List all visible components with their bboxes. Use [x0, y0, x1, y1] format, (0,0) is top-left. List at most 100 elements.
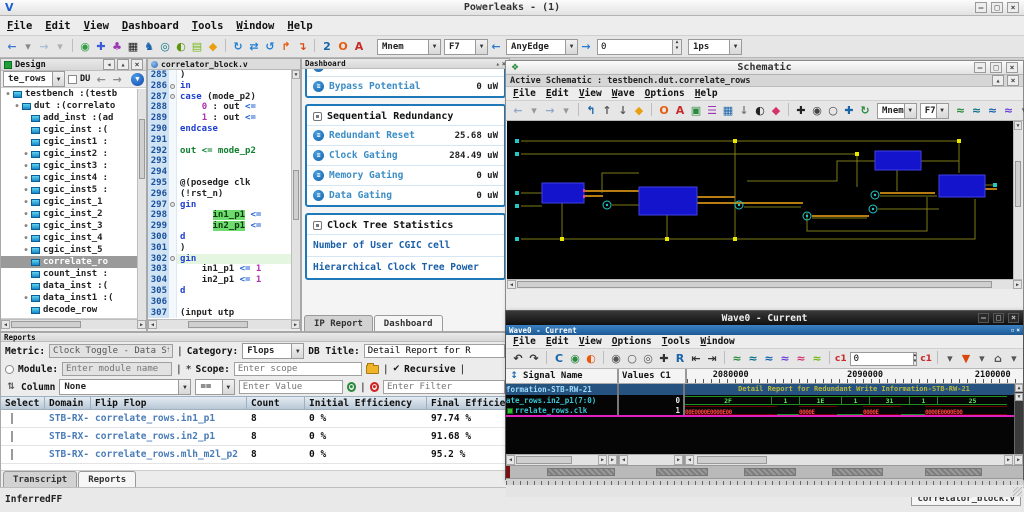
zoom-out-icon[interactable]: ○ — [625, 351, 639, 366]
sort-icon[interactable]: ⇅ — [6, 380, 16, 395]
pin-in-icon[interactable]: ↓ — [737, 103, 751, 118]
breakpoint-cell[interactable] — [169, 81, 177, 92]
menu-options[interactable]: Options — [645, 88, 685, 99]
add-wave-purple-icon[interactable]: ≈ — [1002, 103, 1016, 118]
breakpoint-cell[interactable] — [169, 275, 177, 286]
schematic-vscrollbar[interactable]: ▲ ▼ — [1013, 121, 1022, 279]
maximize-button[interactable]: ▫ — [1011, 327, 1015, 334]
tree-item[interactable]: ●cgic_inst4 : — [1, 172, 146, 184]
menu-window[interactable]: Window — [236, 20, 274, 32]
code-line[interactable]: 287case (mode_p2) — [148, 92, 300, 103]
zoom-full-icon[interactable]: ✚ — [657, 351, 671, 366]
add-wave-blue-icon[interactable]: ≈ — [762, 351, 776, 366]
search-icon[interactable]: ◎ — [158, 39, 172, 54]
tree-item[interactable]: ●cgic_inst5 : — [1, 184, 146, 196]
menu-view[interactable]: View — [579, 88, 602, 99]
mnem-combo[interactable]: Mnem▼ — [377, 39, 441, 55]
db-icon[interactable]: ◆ — [632, 103, 646, 118]
forward-caret-icon[interactable]: ▾ — [53, 39, 67, 54]
zero-one-icon[interactable]: O — [657, 103, 671, 118]
tree-item[interactable]: ●cgic_inst_3 — [1, 220, 146, 232]
wave-signal-row[interactable]: formation-STB-RW-21Detail Report for Red… — [506, 384, 1023, 395]
back-icon[interactable]: ← — [511, 103, 525, 118]
expander-icon[interactable]: ● — [13, 103, 21, 109]
group-icon[interactable]: ◉ — [568, 351, 582, 366]
tree-item[interactable]: cgic_inst :( — [1, 124, 146, 136]
undo-icon[interactable]: ↶ — [511, 351, 525, 366]
metric-row[interactable]: ≡Redundant Reset25.68 uW — [307, 125, 504, 145]
menu-edit[interactable]: Edit — [546, 336, 569, 347]
breakpoint-cell[interactable] — [169, 167, 177, 178]
analog-icon[interactable]: A — [352, 39, 366, 54]
breakpoint-cell[interactable] — [169, 189, 177, 200]
filter-input[interactable] — [383, 380, 505, 394]
col-header[interactable]: Count — [247, 397, 305, 409]
menu-help[interactable]: Help — [695, 88, 718, 99]
zoom-in-icon[interactable]: ◉ — [609, 351, 623, 366]
stat-link[interactable]: Number of User CGIC cell — [307, 234, 504, 256]
redo-icon[interactable]: ↷ — [527, 351, 541, 366]
pin-down-icon[interactable]: ↓ — [616, 103, 630, 118]
expand-signals-icon[interactable]: ↕ — [509, 369, 519, 384]
breakpoint-cell[interactable] — [169, 286, 177, 297]
breakpoint-cell[interactable] — [169, 200, 177, 211]
clover-icon[interactable]: ♣ — [110, 39, 124, 54]
code-line[interactable]: 290endcase — [148, 124, 300, 135]
zoom-fit-icon[interactable]: ◎ — [641, 351, 655, 366]
col-header[interactable]: Final Efficien — [427, 397, 509, 409]
expander-icon[interactable]: ● — [22, 223, 30, 229]
select-cell[interactable] — [1, 431, 45, 442]
next-edge-icon[interactable]: ⇥ — [705, 351, 719, 366]
expander-icon[interactable]: ● — [22, 187, 30, 193]
cursor-spinner[interactable]: ▲▼ — [914, 352, 918, 366]
expander-icon[interactable]: ● — [22, 235, 30, 241]
f7-combo[interactable]: F7▼ — [920, 103, 949, 119]
two-state-icon[interactable]: 2 — [320, 39, 334, 54]
scope-input[interactable] — [234, 362, 362, 376]
tree-item[interactable]: add_inst :(ad — [1, 112, 146, 124]
menu-wave[interactable]: Wave — [612, 88, 635, 99]
minimize-button[interactable]: – — [974, 62, 986, 73]
du-checkbox[interactable] — [68, 75, 77, 84]
module-radio[interactable] — [5, 365, 14, 374]
code-line[interactable]: 299 in2_p1 <= — [148, 221, 300, 232]
drop-icon[interactable]: ↴ — [295, 39, 309, 54]
breakpoint-cell[interactable] — [169, 92, 177, 103]
tree-item[interactable]: ●dut :(correlato — [1, 100, 146, 112]
tree-item[interactable]: count_inst : — [1, 268, 146, 280]
chevron-down-icon[interactable]: ▼ — [52, 72, 64, 86]
recursive-checkbox[interactable]: ✔ — [393, 364, 401, 374]
zero-one-icon[interactable]: O — [336, 39, 350, 54]
code-line[interactable]: 294 — [148, 167, 300, 178]
signal-name-header[interactable]: ↕ Signal Name — [506, 369, 619, 383]
maximize-button[interactable]: ▴ — [117, 59, 129, 70]
expander-icon[interactable]: ● — [4, 91, 12, 97]
design-hscrollbar[interactable]: ◀▶ — [1, 319, 146, 329]
col-header[interactable]: Initial Efficiency — [305, 397, 427, 409]
tree-item[interactable]: ●testbench :(testb — [1, 88, 146, 100]
prev-edge-icon[interactable]: ← — [489, 39, 503, 54]
add-wave-green-icon[interactable]: ≈ — [954, 103, 968, 118]
matrix-icon[interactable]: ▦ — [126, 39, 140, 54]
home-caret-icon[interactable]: ▾ — [1007, 351, 1021, 366]
block-green-icon[interactable]: ▣ — [689, 103, 703, 118]
cursor1-icon[interactable]: c1 — [835, 351, 847, 366]
breakpoint-cell[interactable] — [169, 210, 177, 221]
chevron-down-icon[interactable]: ▼ — [729, 40, 741, 54]
back-caret-icon[interactable]: ▾ — [527, 103, 541, 118]
code-line[interactable]: 305d — [148, 286, 300, 297]
scope-combo[interactable]: te_rows▼ — [3, 71, 65, 87]
breakpoint-cell[interactable] — [169, 297, 177, 308]
menu-help[interactable]: Help — [287, 20, 312, 32]
breakpoint-cell[interactable] — [169, 156, 177, 167]
tree-item[interactable]: cgic_inst1 : — [1, 136, 146, 148]
breakpoint-cell[interactable] — [169, 264, 177, 275]
chevron-down-icon[interactable]: ▼ — [428, 40, 440, 54]
power-browser-icon[interactable]: ◉ — [78, 39, 92, 54]
chevron-down-icon[interactable]: ▼ — [222, 380, 234, 394]
expander-icon[interactable]: ● — [22, 163, 30, 169]
zoom-in-icon[interactable]: ◉ — [810, 103, 824, 118]
code-line[interactable]: 301) — [148, 243, 300, 254]
add-wave-teal-icon[interactable]: ≈ — [746, 351, 760, 366]
tree-item[interactable]: ●cgic_inst_5 — [1, 244, 146, 256]
